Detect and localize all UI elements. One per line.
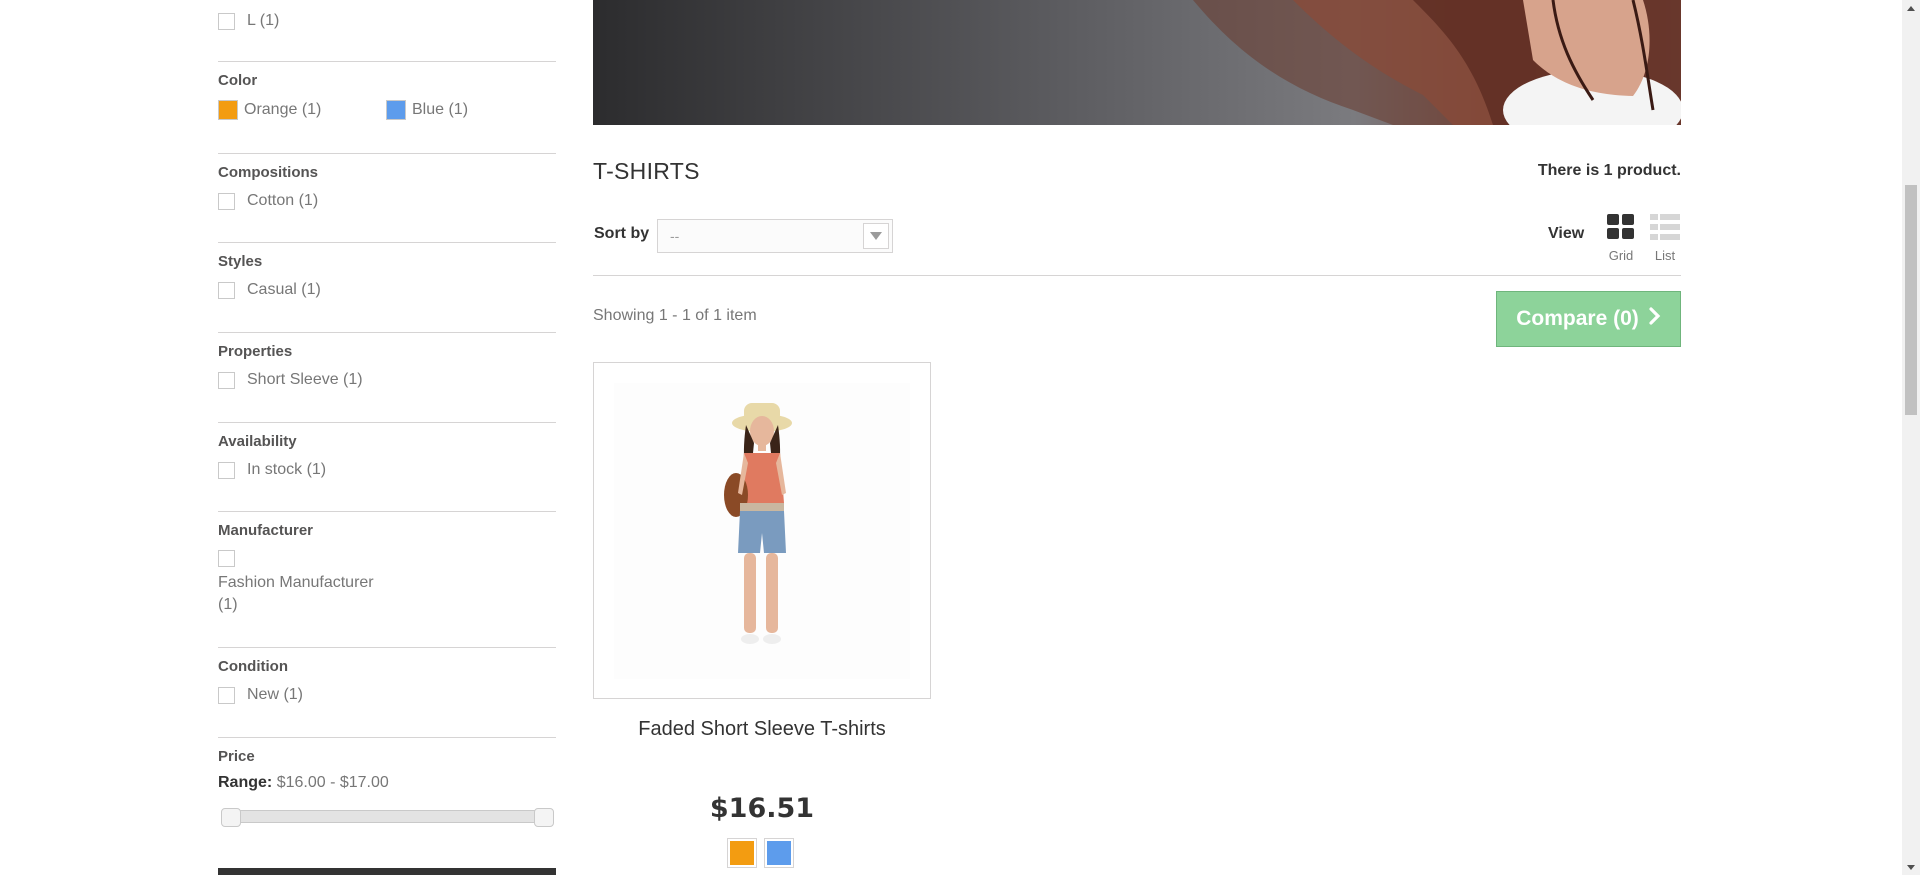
category-title: T-SHIRTS	[593, 158, 700, 184]
filter-option-label: New (1)	[247, 686, 304, 703]
checkbox[interactable]	[218, 550, 235, 567]
checkbox[interactable]	[218, 686, 235, 704]
view-grid-label: Grid	[1608, 248, 1634, 263]
color-swatch-blue[interactable]	[386, 100, 406, 120]
filter-option-label: In stock (1)	[247, 461, 327, 478]
filter-color: Color Orange (1) Blue (1)	[218, 61, 556, 153]
product-color-blue[interactable]	[764, 838, 794, 868]
sort-by-label: Sort by	[594, 225, 650, 242]
checkbox[interactable]	[218, 192, 235, 210]
filter-properties: Properties Short Sleeve (1)	[218, 332, 556, 422]
filter-option-label: Fashion Manufacturer (1)	[218, 574, 374, 613]
showing-items-text: Showing 1 - 1 of 1 item	[593, 307, 757, 324]
filter-title-styles: Styles	[218, 253, 263, 270]
filter-option-short-sleeve[interactable]: Short Sleeve (1)	[218, 371, 363, 389]
filter-condition: Condition New (1)	[218, 647, 556, 737]
view-list-label: List	[1654, 248, 1676, 263]
filter-title-properties: Properties	[218, 343, 293, 360]
filter-option-new[interactable]: New (1)	[218, 686, 303, 704]
chevron-down-icon[interactable]	[863, 223, 889, 249]
filter-size: L (1)	[218, 0, 556, 61]
filter-manufacturer: Manufacturer Fashion Manufacturer (1)	[218, 511, 556, 647]
sort-by-select[interactable]: --	[657, 219, 893, 253]
checkbox[interactable]	[218, 12, 235, 30]
filter-option-orange[interactable]: Orange (1)	[218, 100, 321, 120]
view-grid-button[interactable]: Grid	[1603, 214, 1639, 263]
filter-title-availability: Availability	[218, 433, 297, 450]
checkbox[interactable]	[218, 461, 235, 479]
filter-price: Price Range: $16.00 - $17.00	[218, 737, 556, 858]
compare-button[interactable]: Compare (0)	[1496, 291, 1681, 347]
filter-styles: Styles Casual (1)	[218, 242, 556, 332]
checkbox[interactable]	[218, 371, 235, 389]
grid-view-icon	[1607, 214, 1635, 244]
price-range-label: Range:	[218, 774, 273, 791]
product-count: There is 1 product.	[1537, 162, 1681, 179]
filter-option-in-stock[interactable]: In stock (1)	[218, 461, 326, 479]
list-view-icon	[1650, 214, 1680, 244]
filter-option-casual[interactable]: Casual (1)	[218, 281, 321, 299]
filter-option-label: Orange (1)	[244, 101, 322, 118]
compare-button-label: Compare (0)	[1516, 307, 1639, 330]
divider	[593, 275, 1681, 276]
scroll-up-arrow-icon[interactable]	[1902, 0, 1920, 16]
product-image[interactable]	[614, 383, 910, 679]
product-color-orange[interactable]	[727, 838, 757, 868]
filter-option-label: Blue (1)	[412, 101, 469, 118]
category-banner-image	[593, 0, 1681, 125]
filter-option-label: L (1)	[247, 12, 280, 29]
filter-title-condition: Condition	[218, 658, 288, 675]
filter-option-cotton[interactable]: Cotton (1)	[218, 192, 318, 210]
product-price: $16.51	[709, 793, 815, 824]
price-range-text: Range: $16.00 - $17.00	[218, 774, 389, 792]
filter-title-manufacturer: Manufacturer	[218, 522, 314, 539]
filter-option-label: Short Sleeve (1)	[247, 371, 363, 388]
product-name-link[interactable]: Faded Short Sleeve T-shirts	[593, 718, 931, 741]
filter-compositions: Compositions Cotton (1)	[218, 153, 556, 242]
view-label: View	[1548, 225, 1585, 242]
filter-title-compositions: Compositions	[218, 164, 318, 181]
product-card[interactable]	[593, 362, 931, 699]
price-slider-max-handle[interactable]	[534, 808, 554, 827]
chevron-right-icon	[1649, 307, 1661, 331]
price-range-value: $16.00 - $17.00	[276, 774, 389, 791]
checkbox[interactable]	[218, 281, 235, 299]
filter-option-size-l[interactable]: L (1)	[218, 12, 279, 30]
scrollbar-thumb[interactable]	[1905, 185, 1917, 415]
filter-title-price: Price	[218, 748, 255, 765]
sidebar-bottom-block	[218, 868, 556, 875]
scroll-down-arrow-icon[interactable]	[1902, 859, 1920, 875]
scrollbar[interactable]	[1902, 0, 1920, 875]
sort-by-selected-value: --	[670, 228, 680, 244]
filter-option-fashion-manufacturer[interactable]	[218, 550, 247, 567]
price-slider-track[interactable]	[222, 810, 552, 823]
price-slider-min-handle[interactable]	[221, 808, 241, 827]
filter-sidebar: L (1) Color Orange (1) Blue (1) Composit…	[218, 0, 556, 858]
filter-availability: Availability In stock (1)	[218, 422, 556, 511]
filter-option-blue[interactable]: Blue (1)	[386, 100, 468, 120]
view-list-button[interactable]: List	[1647, 214, 1683, 263]
filter-title-color: Color	[218, 72, 258, 89]
filter-option-label: Cotton (1)	[247, 192, 319, 209]
color-swatch-orange[interactable]	[218, 100, 238, 120]
filter-option-label: Casual (1)	[247, 281, 321, 298]
banner-model-hair	[1193, 0, 1681, 125]
